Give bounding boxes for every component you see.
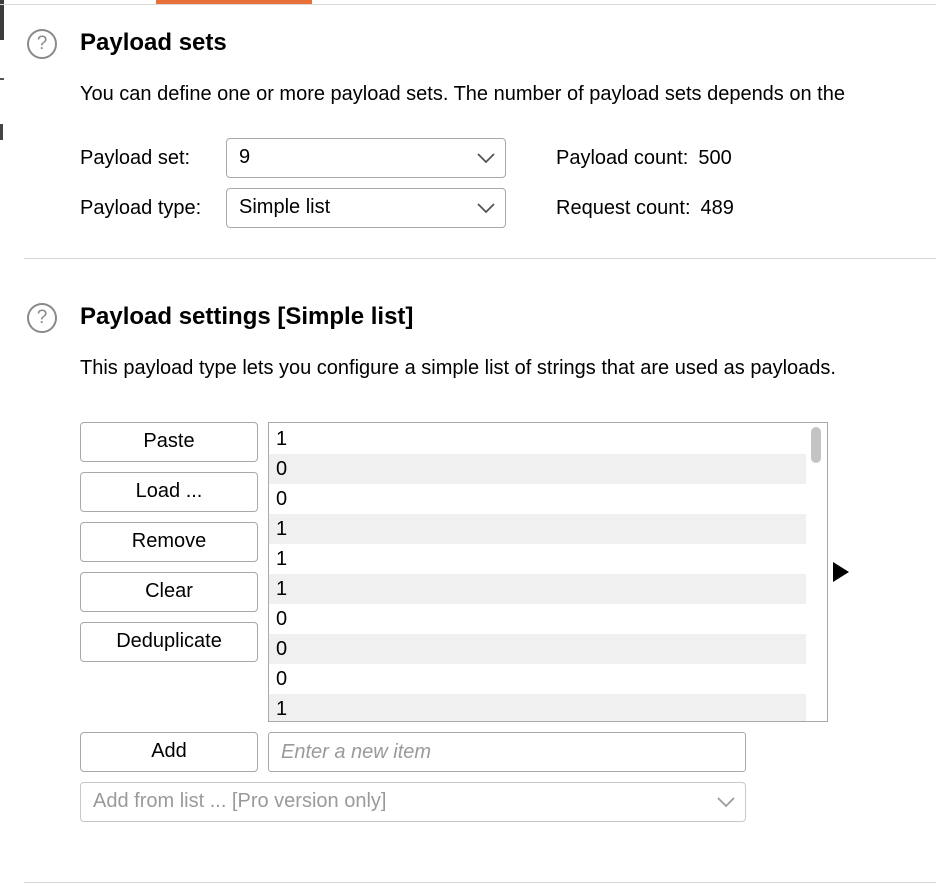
- add-from-list-value: Add from list ... [Pro version only]: [93, 790, 387, 812]
- intruder-payloads-panel: ? Payload sets You can define one or mor…: [0, 0, 936, 888]
- tab-bar-border: [0, 4, 936, 5]
- active-tab-indicator[interactable]: [156, 0, 312, 4]
- chevron-down-icon: [717, 797, 735, 808]
- payload-count: Payload count: 500: [556, 147, 732, 170]
- list-item[interactable]: 1: [269, 514, 806, 544]
- load-button[interactable]: Load ...: [80, 472, 258, 512]
- list-item[interactable]: 0: [269, 604, 806, 634]
- payload-sets-description: You can define one or more payload sets.…: [80, 83, 845, 105]
- payload-type-select[interactable]: Simple list: [226, 188, 506, 228]
- list-item[interactable]: 0: [269, 484, 806, 514]
- list-item[interactable]: 0: [269, 634, 806, 664]
- request-count-label: Request count:: [556, 197, 691, 219]
- window-edge-line: [0, 78, 4, 80]
- list-item[interactable]: 0: [269, 454, 806, 484]
- list-item[interactable]: 1: [269, 574, 806, 604]
- request-count-value: 489: [700, 197, 734, 219]
- help-icon[interactable]: ?: [27, 303, 57, 333]
- payload-set-value: 9: [239, 146, 251, 168]
- add-from-list-select[interactable]: Add from list ... [Pro version only]: [80, 782, 746, 822]
- clear-button[interactable]: Clear: [80, 572, 258, 612]
- payload-list[interactable]: 1 0 0 1 1 1 0 0 0 1: [268, 422, 828, 722]
- window-edge: [0, 0, 4, 40]
- list-item[interactable]: 1: [269, 424, 806, 454]
- deduplicate-button[interactable]: Deduplicate: [80, 622, 258, 662]
- list-item[interactable]: 1: [269, 694, 806, 721]
- payload-set-select[interactable]: 9: [226, 138, 506, 178]
- payload-sets-title: Payload sets: [80, 29, 227, 56]
- chevron-down-icon: [477, 153, 495, 164]
- expand-arrow-icon[interactable]: [832, 561, 850, 583]
- window-edge-tick: [0, 124, 3, 140]
- payload-set-label: Payload set:: [80, 147, 191, 169]
- request-count: Request count: 489: [556, 197, 734, 220]
- chevron-down-icon: [477, 203, 495, 214]
- payload-settings-title: Payload settings [Simple list]: [80, 303, 414, 330]
- payload-count-value: 500: [698, 147, 732, 169]
- payload-type-value: Simple list: [239, 196, 331, 218]
- payload-type-label: Payload type:: [80, 197, 202, 219]
- paste-button[interactable]: Paste: [80, 422, 258, 462]
- section-divider: [24, 882, 936, 883]
- payload-count-label: Payload count:: [556, 147, 689, 169]
- remove-button[interactable]: Remove: [80, 522, 258, 562]
- list-item[interactable]: 1: [269, 544, 806, 574]
- payload-settings-description: This payload type lets you configure a s…: [80, 357, 836, 379]
- section-divider: [24, 258, 936, 259]
- list-scrollbar[interactable]: [811, 427, 821, 463]
- list-item[interactable]: 0: [269, 664, 806, 694]
- add-button[interactable]: Add: [80, 732, 258, 772]
- help-icon[interactable]: ?: [27, 29, 57, 59]
- new-item-input[interactable]: [268, 732, 746, 772]
